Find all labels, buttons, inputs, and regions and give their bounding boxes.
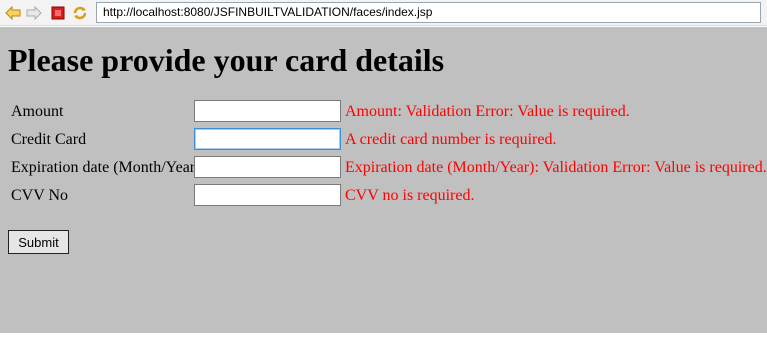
submit-button[interactable]: Submit: [8, 230, 69, 254]
refresh-icon[interactable]: [71, 4, 89, 22]
amount-label: Amount: [11, 103, 64, 120]
expiration-date-label: Expiration date (Month/Year): [11, 159, 201, 176]
cvv-label: CVV No: [11, 187, 69, 204]
form-row-cvv: CVV No CVV no is required.: [0, 184, 767, 208]
page-content: Please provide your card details Amount …: [0, 27, 767, 333]
back-icon[interactable]: [4, 4, 22, 22]
amount-input[interactable]: [194, 100, 341, 122]
cvv-input[interactable]: [194, 184, 341, 206]
address-bar[interactable]: http://localhost:8080/JSFINBUILTVALIDATI…: [96, 2, 761, 23]
stop-icon[interactable]: [49, 4, 67, 22]
credit-card-input[interactable]: [194, 128, 341, 150]
form-row-expiration-date: Expiration date (Month/Year) Expiration …: [0, 156, 767, 180]
amount-error: Amount: Validation Error: Value is requi…: [345, 103, 630, 120]
cvv-error: CVV no is required.: [345, 187, 475, 204]
page-title: Please provide your card details: [8, 42, 445, 78]
forward-icon[interactable]: [25, 4, 43, 22]
browser-toolbar: http://localhost:8080/JSFINBUILTVALIDATI…: [0, 0, 767, 26]
form-row-credit-card: Credit Card A credit card number is requ…: [0, 128, 767, 152]
form-row-amount: Amount Amount: Validation Error: Value i…: [0, 100, 767, 124]
credit-card-error: A credit card number is required.: [345, 131, 557, 148]
expiration-date-input[interactable]: [194, 156, 341, 178]
credit-card-label: Credit Card: [11, 131, 87, 148]
page-bottom-edge: [0, 333, 767, 337]
expiration-date-error: Expiration date (Month/Year): Validation…: [345, 159, 767, 176]
